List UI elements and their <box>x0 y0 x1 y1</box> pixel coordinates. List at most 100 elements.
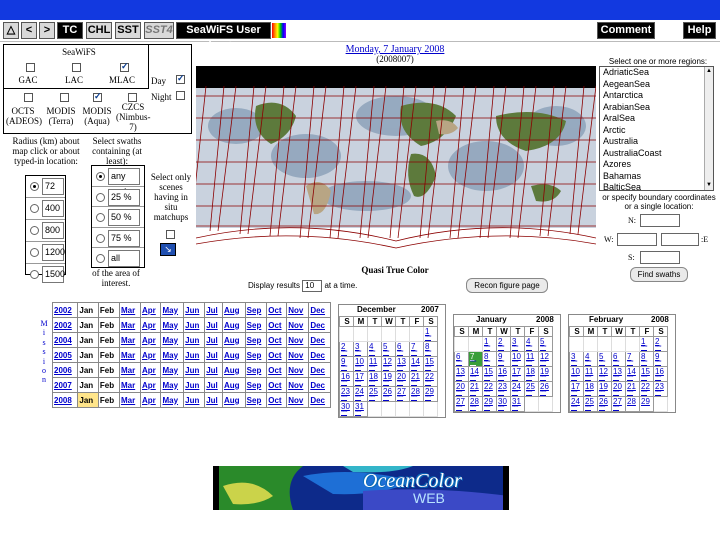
calendar-day[interactable]: 26 °°°° <box>381 386 396 402</box>
calendar-day[interactable]: 2 °°°° <box>653 336 668 352</box>
calendar-day[interactable]: 10 °°°° <box>510 351 525 367</box>
calendar-day[interactable]: 1 °°°° <box>423 326 438 342</box>
month-link[interactable]: Mar <box>118 362 142 378</box>
month-link[interactable]: Jul <box>204 377 223 393</box>
region-item[interactable]: Azores <box>603 159 713 171</box>
back-button[interactable]: < <box>21 22 37 39</box>
calendar-day[interactable]: 26 °°°° <box>538 381 553 397</box>
month-link[interactable]: Feb <box>97 332 120 348</box>
swath-option[interactable]: 75 % <box>92 228 144 248</box>
calendar-day[interactable]: 17 °°°° <box>510 366 525 382</box>
calendar-day[interactable]: 19 °°°° <box>538 366 553 382</box>
calendar-day[interactable]: 7 °°°° <box>409 341 424 357</box>
calendar-day[interactable]: 10 °°°° <box>569 366 584 382</box>
month-link[interactable]: Nov <box>286 332 310 348</box>
calendar-day[interactable]: 14 °°°° <box>468 366 483 382</box>
mlac-checkbox[interactable] <box>120 61 129 72</box>
day-checkbox[interactable] <box>176 73 185 84</box>
month-link[interactable]: Jun <box>183 302 206 318</box>
year-link[interactable]: 2004 <box>51 332 79 348</box>
gac-checkbox[interactable] <box>26 63 35 72</box>
region-scrollbar[interactable]: ▲ ▼ <box>704 67 713 190</box>
oceancolor-web-banner[interactable]: OceanColor WEB <box>213 466 509 510</box>
calendar-day[interactable]: 29 <box>639 396 654 412</box>
month-link[interactable]: Oct <box>266 377 288 393</box>
calendar-day[interactable]: 7 °°°° <box>625 351 640 367</box>
month-link[interactable]: Mar <box>118 302 142 318</box>
month-link[interactable]: Jun <box>183 392 206 408</box>
month-link[interactable]: Feb <box>97 377 120 393</box>
north-input[interactable] <box>640 214 680 227</box>
year-link[interactable]: 2007 <box>51 377 79 393</box>
night-checkbox[interactable] <box>176 91 185 100</box>
month-link[interactable]: Oct <box>266 332 288 348</box>
calendar-day[interactable]: 26 °°°° <box>597 396 612 412</box>
month-link[interactable]: May <box>160 347 185 363</box>
year-link[interactable]: 2005 <box>51 347 79 363</box>
east-input[interactable] <box>661 233 699 246</box>
calendar-day[interactable]: 4 °°°° <box>583 351 598 367</box>
tc-product-button[interactable]: TC <box>57 22 83 39</box>
calendar-day[interactable]: 12 °°°° <box>381 356 396 372</box>
month-link[interactable]: Apr <box>139 302 162 318</box>
calendar-day[interactable]: 31 °°°° <box>510 396 525 412</box>
calendar-day[interactable]: 23 °°°° <box>496 381 511 397</box>
chl-product-button[interactable]: CHL <box>86 22 112 39</box>
calendar-day[interactable]: 29 °°°° <box>423 386 438 402</box>
month-link[interactable]: Dec <box>308 392 331 408</box>
year-link[interactable]: 2006 <box>51 362 79 378</box>
sst-product-button[interactable]: SST <box>115 22 141 39</box>
month-link[interactable]: Dec <box>308 362 331 378</box>
czcs-checkbox[interactable] <box>128 93 137 102</box>
month-link[interactable]: Mar <box>118 332 142 348</box>
month-link[interactable]: Jan <box>77 302 99 318</box>
matchups-checkbox[interactable] <box>166 230 175 239</box>
month-link[interactable]: Jan <box>77 347 99 363</box>
year-link[interactable]: 2008 <box>51 392 79 408</box>
month-link[interactable]: Apr <box>139 392 162 408</box>
swath-option[interactable]: any part <box>92 166 144 196</box>
region-item[interactable]: BalticSea <box>603 182 713 194</box>
month-link[interactable]: Nov <box>286 302 310 318</box>
calendar-day[interactable]: 10 °°°° <box>353 356 368 372</box>
month-link[interactable]: Jun <box>183 347 206 363</box>
calendar-day[interactable]: 2 °°°° <box>339 341 354 357</box>
calendar-day[interactable]: 19 °°°° <box>597 381 612 397</box>
calendar-day[interactable]: 20 °°°° <box>395 371 410 387</box>
month-link[interactable]: Jul <box>204 347 223 363</box>
month-link[interactable]: Aug <box>221 302 246 318</box>
region-item[interactable]: Antarctica <box>603 90 713 102</box>
calendar-day[interactable]: 29 °°°° <box>482 396 497 412</box>
calendar-day[interactable]: 18 °°°° <box>367 371 382 387</box>
calendar-day[interactable]: 13 °°°° <box>395 356 410 372</box>
calendar-day[interactable]: 17 °°°° <box>569 381 584 397</box>
month-link[interactable]: Jul <box>204 317 223 333</box>
region-item[interactable]: AdriaticSea <box>603 67 713 79</box>
calendar-day[interactable]: 12 °°°° <box>538 351 553 367</box>
calendar-day[interactable]: 7 °°°° <box>468 351 483 367</box>
month-link[interactable]: May <box>160 332 185 348</box>
recon-figure-button[interactable]: Recon figure page <box>466 278 548 293</box>
calendar-day[interactable]: 14 °°°° <box>409 356 424 372</box>
month-link[interactable]: Jul <box>204 302 223 318</box>
calendar-day[interactable]: 31 °°°° <box>353 401 368 417</box>
month-link[interactable]: Nov <box>286 377 310 393</box>
calendar-day[interactable]: 11 °°°° <box>524 351 539 367</box>
month-link[interactable]: Sep <box>244 392 268 408</box>
calendar-day[interactable]: 11 °°°° <box>367 356 382 372</box>
month-link[interactable]: Jan <box>77 392 99 408</box>
calendar-day[interactable]: 3 °°°° <box>569 351 584 367</box>
calendar-day[interactable]: 15 °°°° <box>423 356 438 372</box>
month-link[interactable]: Mar <box>118 392 142 408</box>
month-link[interactable]: Jan <box>77 377 99 393</box>
calendar-day[interactable]: 30 °°°° <box>496 396 511 412</box>
modis-aqua-checkbox[interactable] <box>93 91 102 102</box>
month-link[interactable]: Feb <box>97 362 120 378</box>
find-swaths-button[interactable]: Find swaths <box>630 267 688 282</box>
radius-option[interactable]: 72 <box>26 176 65 198</box>
calendar-day[interactable]: 21 °°°° <box>409 371 424 387</box>
calendar-day[interactable]: 8 °°°° <box>482 351 497 367</box>
month-link[interactable]: Sep <box>244 377 268 393</box>
month-link[interactable]: May <box>160 302 185 318</box>
lac-checkbox[interactable] <box>72 63 81 72</box>
